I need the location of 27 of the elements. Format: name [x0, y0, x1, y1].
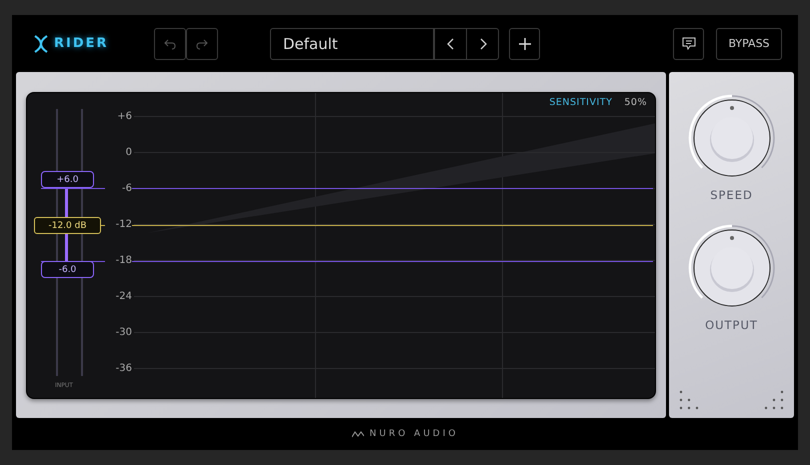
knob-label: OUTPUT — [705, 318, 758, 332]
logo-icon — [34, 34, 48, 52]
undo-icon — [164, 38, 176, 50]
comment-button[interactable] — [673, 28, 704, 60]
preset-selector[interactable]: Default — [270, 28, 499, 60]
target-level[interactable]: -12.0 dB — [34, 217, 101, 234]
bypass-button[interactable]: BYPASS — [716, 28, 782, 60]
brand-name: NURO AUDIO — [370, 429, 458, 439]
knob-label: SPEED — [710, 188, 753, 202]
add-button[interactable] — [509, 28, 540, 60]
grip-icon — [764, 390, 784, 410]
redo-icon — [196, 38, 208, 50]
logo-text: RIDER — [54, 36, 109, 51]
preset-name: Default — [271, 28, 434, 58]
scale-label: -6 — [105, 182, 132, 194]
scale-label: -18 — [105, 254, 132, 266]
plus-icon — [518, 38, 530, 50]
scale-label: -12 — [105, 218, 132, 230]
wave-icon — [352, 430, 364, 438]
lower-handle[interactable]: -6.0 — [41, 261, 94, 278]
sensitivity-value: 50% — [624, 97, 647, 108]
grip-icon — [679, 390, 699, 410]
comment-icon — [682, 37, 696, 50]
sensitivity-label: SENSITIVITY — [549, 97, 612, 108]
chevron-left-icon — [446, 38, 454, 50]
upper-handle[interactable]: +6.0 — [41, 171, 94, 188]
chevron-right-icon — [478, 38, 486, 50]
